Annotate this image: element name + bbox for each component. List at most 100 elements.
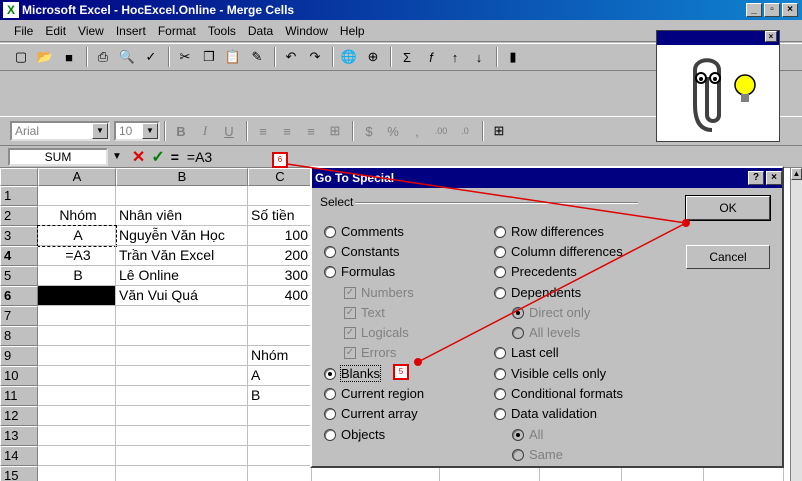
option-current-array[interactable]: Current array <box>324 406 418 421</box>
preview-icon[interactable]: 🔍 <box>116 46 138 68</box>
menu-file[interactable]: File <box>8 24 39 38</box>
option-blanks[interactable]: Blanks <box>324 365 382 382</box>
menu-view[interactable]: View <box>72 24 110 38</box>
row-header-15[interactable]: 15 <box>0 466 38 481</box>
office-assistant[interactable]: × <box>656 30 780 142</box>
option-objects[interactable]: Objects <box>324 427 385 442</box>
undo-icon[interactable]: ↶ <box>280 46 302 68</box>
column-header-c[interactable]: C <box>248 168 312 186</box>
option-row-differences[interactable]: Row differences <box>494 224 604 239</box>
sort-descending-icon[interactable]: ↓ <box>468 46 490 68</box>
row-header-13[interactable]: 13 <box>0 426 38 446</box>
cell-b6[interactable]: Văn Vui Quá <box>116 286 248 306</box>
chevron-down-icon[interactable]: ▼ <box>112 151 122 162</box>
row-header-12[interactable]: 12 <box>0 406 38 426</box>
merge-center-icon[interactable]: ⊞ <box>324 120 346 142</box>
function-icon[interactable]: f <box>420 46 442 68</box>
print-icon[interactable]: ⎙ <box>92 46 114 68</box>
cell-b4[interactable]: Trần Văn Excel <box>116 246 248 266</box>
check-text[interactable]: ✓ Text <box>344 305 385 320</box>
option-data-validation[interactable]: Data validation <box>494 406 597 421</box>
check-logicals[interactable]: ✓ Logicals <box>344 325 409 340</box>
chart-wizard-icon[interactable]: ▮ <box>502 46 524 68</box>
cell-a5[interactable]: B <box>38 266 116 286</box>
equals-icon[interactable]: = <box>171 149 179 165</box>
cancel-button[interactable]: Cancel <box>686 245 770 269</box>
option-current-region[interactable]: Current region <box>324 386 424 401</box>
option-precedents[interactable]: Precedents <box>494 264 577 279</box>
font-combo[interactable]: Arial ▼ <box>10 121 110 141</box>
option-all-levels[interactable]: All levels <box>512 325 580 340</box>
column-header-a[interactable]: A <box>38 168 116 186</box>
menu-help[interactable]: Help <box>334 24 371 38</box>
save-icon[interactable]: ■ <box>58 46 80 68</box>
underline-icon[interactable]: U <box>218 120 240 142</box>
close-icon[interactable]: × <box>766 171 782 185</box>
cell-b5[interactable]: Lê Online <box>116 266 248 286</box>
option-validation-all[interactable]: All <box>512 427 543 442</box>
cut-icon[interactable]: ✂ <box>174 46 196 68</box>
cell-c8[interactable] <box>248 326 312 346</box>
cell-c11[interactable]: B <box>248 386 312 406</box>
cell-c4[interactable]: 200 <box>248 246 312 266</box>
minimize-button[interactable]: _ <box>746 3 762 17</box>
cancel-icon[interactable]: ✕ <box>132 147 145 167</box>
help-icon[interactable]: ? <box>748 171 764 185</box>
cell-a14[interactable] <box>38 446 116 466</box>
cell-a10[interactable] <box>38 366 116 386</box>
row-header-2[interactable]: 2 <box>0 206 38 226</box>
row-header-3[interactable]: 3 <box>0 226 38 246</box>
menu-tools[interactable]: Tools <box>202 24 242 38</box>
comma-icon[interactable]: , <box>406 120 428 142</box>
cell-c10[interactable]: A <box>248 366 312 386</box>
menu-format[interactable]: Format <box>152 24 202 38</box>
cell-g15[interactable] <box>622 466 704 481</box>
cell-a2[interactable]: Nhóm <box>38 206 116 226</box>
cell-c6[interactable]: 400 <box>248 286 312 306</box>
restore-button[interactable]: ▫ <box>764 3 780 17</box>
option-constants[interactable]: Constants <box>324 244 400 259</box>
cell-c7[interactable] <box>248 306 312 326</box>
select-all-corner[interactable] <box>0 168 38 186</box>
option-validation-same[interactable]: Same <box>512 447 563 462</box>
menu-edit[interactable]: Edit <box>39 24 72 38</box>
cell-a3[interactable]: A <box>37 225 117 247</box>
cell-a1[interactable] <box>38 186 116 206</box>
cell-b15[interactable] <box>116 466 248 481</box>
menu-insert[interactable]: Insert <box>110 24 152 38</box>
font-size-combo[interactable]: 10 ▼ <box>114 121 160 141</box>
menu-data[interactable]: Data <box>242 24 279 38</box>
row-header-5[interactable]: 5 <box>0 266 38 286</box>
check-errors[interactable]: ✓ Errors <box>344 345 396 360</box>
cell-e15[interactable] <box>440 466 540 481</box>
option-last-cell[interactable]: Last cell <box>494 345 559 360</box>
cell-b12[interactable] <box>116 406 248 426</box>
align-center-icon[interactable]: ≡ <box>276 120 298 142</box>
redo-icon[interactable]: ↷ <box>304 46 326 68</box>
cell-b2[interactable]: Nhân viên <box>116 206 248 226</box>
column-header-b[interactable]: B <box>116 168 248 186</box>
cell-h15[interactable] <box>704 466 784 481</box>
copy-icon[interactable]: ❐ <box>198 46 220 68</box>
cell-b14[interactable] <box>116 446 248 466</box>
cell-b1[interactable] <box>116 186 248 206</box>
web-toolbar-icon[interactable]: ⊕ <box>362 46 384 68</box>
increase-decimal-icon[interactable]: .00 <box>430 120 452 142</box>
cell-c5[interactable]: 300 <box>248 266 312 286</box>
scroll-up-icon[interactable]: ▲ <box>791 168 802 180</box>
row-header-4[interactable]: 4 <box>0 246 38 266</box>
align-right-icon[interactable]: ≡ <box>300 120 322 142</box>
option-formulas[interactable]: Formulas <box>324 264 395 279</box>
cell-c12[interactable] <box>248 406 312 426</box>
sort-ascending-icon[interactable]: ↑ <box>444 46 466 68</box>
name-box[interactable]: SUM <box>8 147 108 166</box>
autosum-icon[interactable]: Σ <box>396 46 418 68</box>
option-direct-only[interactable]: Direct only <box>512 305 590 320</box>
menu-window[interactable]: Window <box>279 24 334 38</box>
cell-c2[interactable]: Số tiền <box>248 206 312 226</box>
option-dependents[interactable]: Dependents <box>494 285 581 300</box>
option-conditional-formats[interactable]: Conditional formats <box>494 386 623 401</box>
cell-b10[interactable] <box>116 366 248 386</box>
spelling-icon[interactable]: ✓ <box>140 46 162 68</box>
row-header-6[interactable]: 6 <box>0 286 38 306</box>
